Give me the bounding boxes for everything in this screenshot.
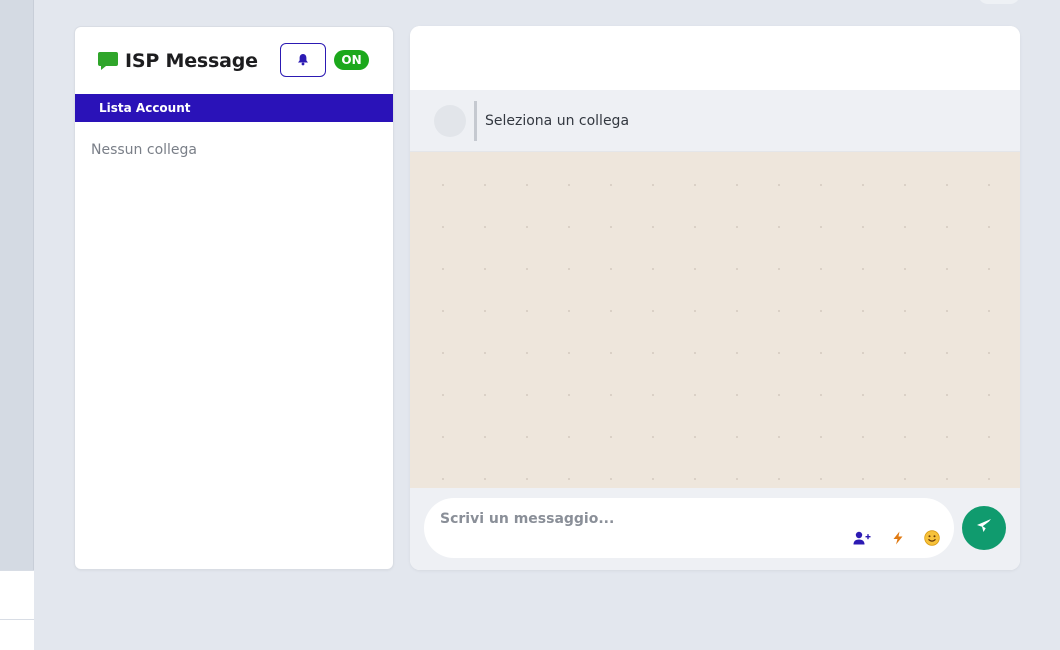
status-badge[interactable]: ON — [334, 50, 369, 70]
sidebar-header: ISP Message ON — [75, 27, 393, 94]
top-right-edge — [978, 0, 1020, 4]
left-edge-item — [0, 570, 34, 620]
message-area — [410, 152, 1020, 488]
add-user-icon[interactable] — [852, 528, 872, 548]
send-button[interactable] — [962, 506, 1006, 550]
chat-panel: Seleziona un collega — [410, 26, 1020, 570]
paper-plane-icon — [976, 518, 992, 538]
chat-header: Seleziona un collega — [410, 90, 1020, 152]
empty-contacts-text: Nessun collega — [91, 142, 197, 158]
message-input[interactable] — [440, 508, 840, 530]
composer-bar — [410, 488, 1020, 570]
notifications-button[interactable] — [280, 43, 326, 77]
bell-icon — [297, 51, 309, 70]
composer-field — [424, 498, 954, 558]
chat-header-title: Seleziona un collega — [485, 112, 630, 129]
chat-bubble-icon — [97, 50, 119, 72]
left-edge-panel — [0, 0, 34, 650]
avatar — [434, 104, 466, 137]
chat-top-spacer — [410, 26, 1020, 90]
contacts-sidebar: ISP Message ON Lista Account Nessun coll… — [75, 27, 393, 569]
left-edge-item-2 — [0, 620, 34, 650]
section-header-accounts: Lista Account — [75, 94, 393, 122]
header-divider — [474, 100, 477, 141]
emoji-icon[interactable] — [922, 528, 942, 548]
app-brand: ISP Message — [97, 50, 258, 72]
app-title: ISP Message — [125, 49, 258, 72]
lightning-icon[interactable] — [888, 528, 908, 548]
